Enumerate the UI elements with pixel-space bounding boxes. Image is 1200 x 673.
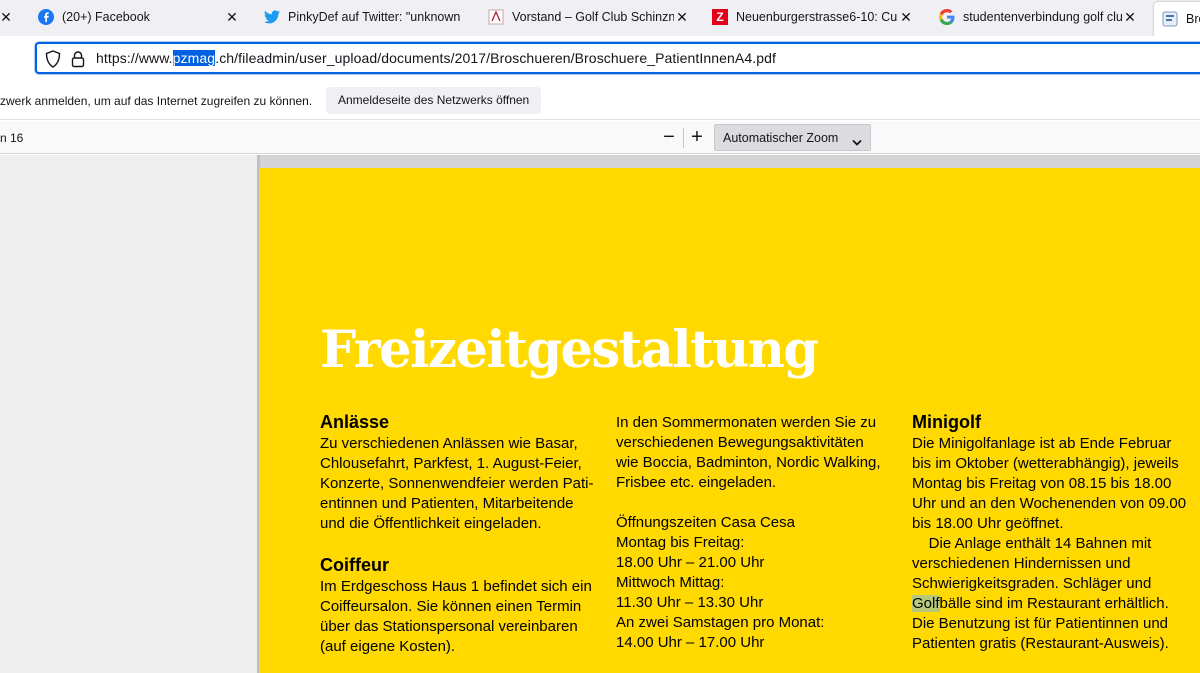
golf-club-icon [488,9,504,25]
close-tab-icon[interactable]: ✕ [1122,9,1138,25]
toolbar-separator [683,128,684,148]
tab-active-pdf[interactable]: Bro [1154,2,1200,36]
tab-title: studentenverbindung golf club [963,10,1130,24]
tab-title: Bro [1186,12,1200,26]
tab-facebook[interactable]: (20+) Facebook ✕ [38,0,244,34]
page-count: n 16 [0,131,24,145]
tab-golf-club[interactable]: Vorstand – Golf Club Schinznach ✕ [488,0,690,34]
url-selection: pzmag [172,50,216,66]
tab-title: Vorstand – Golf Club Schinznach [512,10,682,24]
pdf-doc-icon [1162,11,1178,27]
section-text-anlaesse: Zu verschiedenen Anlässen wie Basar, Chl… [320,435,594,532]
notification-message: zwerk anmelden, um auf das Internet zugr… [0,94,313,108]
google-icon [939,9,955,25]
zoom-out-button[interactable]: − [660,125,678,149]
section-text-bewegung: In den Sommermonaten werden Sie zu versc… [616,414,881,491]
navigation-bar: https://www.pzmag.ch/fileadmin/user_uplo… [0,36,1200,82]
pdf-viewer[interactable]: Freizeitgestaltung Anlässe Zu verschiede… [0,155,1200,673]
chevron-down-icon [852,134,862,146]
section-text-coiffeur: Im Erdgeschoss Haus 1 befindet sich ein … [320,578,592,655]
lock-icon[interactable] [71,50,85,68]
column-middle: In den Sommermonaten werden Sie zu versc… [616,413,906,653]
zoom-in-button[interactable]: + [688,125,706,149]
tab-google-search[interactable]: studentenverbindung golf club ✕ [939,0,1142,34]
tab-title: Neuenburgerstrasse6-10: Custo [736,10,906,24]
tab-title: (20+) Facebook [62,10,150,24]
url-text[interactable]: https://www.pzmag.ch/fileadmin/user_uplo… [96,50,776,66]
facebook-icon [38,9,54,25]
pdf-sidebar [0,155,257,673]
zoom-select[interactable]: Automatischer Zoom [714,124,871,151]
page-heading: Freizeitgestaltung [320,320,819,380]
pdf-toolbar: n 16 − + Automatischer Zoom [0,121,1200,154]
twitter-icon [264,9,280,25]
shield-icon[interactable] [45,50,61,68]
close-tab-icon[interactable]: ✕ [898,9,914,25]
column-left: Anlässe Zu verschiedenen Anlässen wie Ba… [320,411,610,657]
close-tab-icon[interactable]: ✕ [224,9,240,25]
tab-title: PinkyDef auf Twitter: "unknown [288,10,461,24]
tab-neuenburgerstrasse[interactable]: Z Neuenburgerstrasse6-10: Custo ✕ [712,0,916,34]
section-heading-anlaesse: Anlässe [320,412,390,432]
section-text-minigolf-info: Die Anlage enthält 14 Bahnen mit verschi… [912,535,1169,652]
tab-strip: ✕ (20+) Facebook ✕ PinkyDef auf Twitter:… [0,0,1200,36]
close-tab-icon[interactable]: ✕ [0,9,14,25]
open-network-login-button[interactable]: Anmeldeseite des Netzwerks öffnen [326,87,542,114]
section-heading-coiffeur: Coiffeur [320,555,389,575]
zoom-select-label: Automatischer Zoom [723,131,839,145]
tab-partial-left[interactable]: ✕ [0,0,18,34]
column-right: Minigolf Die Minigolfanlage ist ab Ende … [912,411,1200,654]
section-heading-minigolf: Minigolf [912,412,981,432]
url-bar[interactable]: https://www.pzmag.ch/fileadmin/user_uplo… [35,42,1200,74]
z-icon: Z [712,9,728,25]
pdf-page: Freizeitgestaltung Anlässe Zu verschiede… [259,168,1200,673]
section-text-oeffnungszeiten: Öffnungszeiten Casa Cesa Montag bis Frei… [616,514,825,651]
captive-portal-notification: zwerk anmelden, um auf das Internet zugr… [0,82,1200,120]
section-text-minigolf-hours: Die Minigolfanlage ist ab Ende Februar b… [912,435,1187,532]
search-highlight: Golf [912,595,940,612]
tab-twitter[interactable]: PinkyDef auf Twitter: "unknown [264,0,466,34]
close-tab-icon[interactable]: ✕ [674,9,690,25]
